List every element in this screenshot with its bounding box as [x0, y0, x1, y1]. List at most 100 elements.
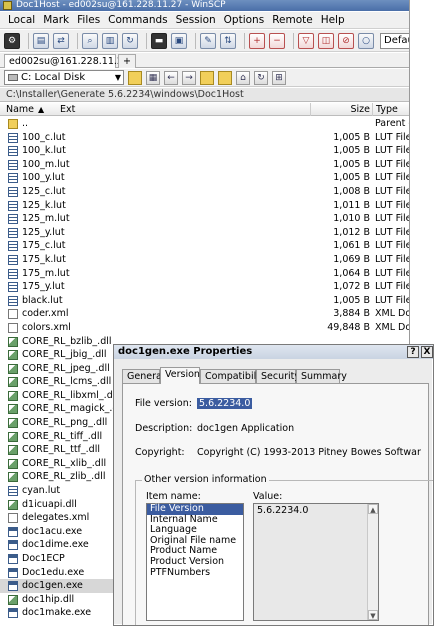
transfer-preset-select[interactable]: Default	[380, 32, 409, 49]
menu-files[interactable]: Files	[73, 12, 104, 29]
file-row[interactable]: 100_k.lut 1,005 B LUT File	[0, 144, 409, 158]
file-row[interactable]: colors.xml 49,848 B XML Doc	[0, 321, 409, 335]
background-strip	[411, 0, 434, 344]
dll-file-icon	[8, 472, 18, 483]
scroll-down-icon[interactable]: ▼	[368, 610, 378, 620]
item-name-listbox[interactable]: File Version Internal Name Language Origina…	[146, 503, 244, 621]
winscp-app-icon	[3, 1, 12, 10]
file-type: XML Doc	[375, 321, 409, 333]
filter-icon[interactable]: ▦	[146, 70, 160, 85]
back-icon[interactable]: ←	[164, 70, 178, 85]
plus-icon[interactable]: +	[249, 32, 265, 49]
file-name: CORE_RL_bzlib_.dll	[22, 335, 112, 347]
lut-file-icon	[8, 486, 18, 497]
lut-file-icon	[8, 146, 18, 157]
file-version-value[interactable]: 5.6.2234.0	[197, 398, 253, 409]
file-row[interactable]: 175_k.lut 1,069 B LUT File	[0, 253, 409, 267]
file-row[interactable]: 100_c.lut 1,005 B LUT File	[0, 131, 409, 145]
tab-version[interactable]: Version	[160, 367, 200, 384]
compare-icon[interactable]: ▥	[102, 32, 118, 49]
file-type: LUT File	[375, 281, 410, 293]
new-session-tab-button[interactable]: +	[118, 54, 136, 68]
file-row[interactable]: 125_c.lut 1,008 B LUT File	[0, 185, 409, 199]
tab-general[interactable]: General	[122, 369, 164, 383]
lut-file-icon	[8, 159, 18, 170]
file-row[interactable]: black.lut 1,005 B LUT File	[0, 294, 410, 308]
file-row[interactable]: 175_c.lut 1,061 B LUT File	[0, 239, 409, 253]
dll-file-icon	[8, 390, 18, 401]
menu-commands[interactable]: Commands	[104, 12, 171, 29]
file-row[interactable]: 125_m.lut 1,010 B LUT File	[0, 212, 409, 226]
file-name: Doc1edu.exe	[22, 566, 85, 578]
close-button[interactable]: X	[421, 346, 433, 358]
column-type[interactable]: Type	[372, 103, 409, 116]
current-path[interactable]: C:\Installer\Generate 5.6.2234\windows\D…	[0, 88, 409, 102]
filter-icon[interactable]: ▽	[298, 32, 314, 49]
dll-file-icon	[8, 336, 18, 347]
file-name: CORE_RL_magick_.dll	[22, 403, 124, 415]
file-row[interactable]: .. Parent d	[0, 117, 409, 131]
column-size[interactable]: Size	[310, 103, 370, 116]
version-item[interactable]: Product Version	[147, 556, 243, 568]
version-item[interactable]: PTFNumbers	[147, 567, 243, 579]
xml-file-icon	[8, 513, 18, 524]
refresh-icon[interactable]: ↻	[122, 32, 138, 49]
file-row[interactable]: 100_m.lut 1,005 B LUT File	[0, 158, 409, 172]
drive-select[interactable]: C: Local Disk ▼	[4, 70, 124, 85]
forward-icon[interactable]: →	[182, 70, 196, 85]
queue-icon[interactable]: ▤	[33, 32, 49, 49]
select-icon[interactable]: ◫	[318, 32, 334, 49]
unselect-icon[interactable]: ⊘	[338, 32, 354, 49]
keep-up-to-date-icon[interactable]: ✎	[200, 32, 216, 49]
file-row[interactable]: coder.xml 3,884 B XML Doc	[0, 307, 409, 321]
refresh-icon[interactable]: ↻	[254, 70, 268, 85]
file-row[interactable]: 125_k.lut 1,011 B LUT File	[0, 199, 409, 213]
find-icon[interactable]: ⌕	[82, 32, 98, 49]
window-title-bar[interactable]: Doc1Host - ed002su@161.228.11.27 - WinSC…	[0, 0, 409, 11]
help-button[interactable]: ?	[407, 346, 419, 358]
file-name: d1icuapi.dll	[22, 498, 77, 510]
minus-icon[interactable]: −	[269, 32, 285, 49]
preferences-icon[interactable]: ▣	[171, 32, 187, 49]
value-scrollbar[interactable]: ▲ ▼	[367, 504, 378, 620]
tab-compatibility[interactable]: Compatibility	[200, 369, 268, 383]
dll-file-icon	[8, 499, 18, 510]
description-value: doc1gen Application	[197, 423, 295, 434]
xml-file-icon	[8, 322, 18, 333]
tree-icon[interactable]: ⊞	[272, 70, 286, 85]
file-row[interactable]: 175_m.lut 1,064 B LUT File	[0, 267, 409, 281]
menu-help[interactable]: Help	[317, 12, 349, 29]
file-name: 175_k.lut	[22, 253, 66, 265]
menu-options[interactable]: Options	[220, 12, 269, 29]
dialog-title-bar[interactable]: doc1gen.exe Properties ? X	[114, 345, 433, 359]
menu-local[interactable]: Local	[4, 12, 39, 29]
tab-session[interactable]: ed002su@161.228.11.27	[4, 54, 129, 68]
value-textbox[interactable]: 5.6.2234.0 ▲ ▼	[253, 503, 379, 621]
version-panel: File version: 5.6.2234.0 Description: do…	[122, 383, 433, 625]
folder-open-icon[interactable]	[128, 70, 142, 85]
parent-dir-icon[interactable]	[200, 70, 214, 85]
column-name[interactable]: Name	[6, 103, 34, 116]
transfer-settings-icon[interactable]: ⇅	[220, 32, 236, 49]
tab-summary[interactable]: Summary	[296, 369, 347, 383]
file-type: LUT File	[375, 294, 410, 306]
terminal-icon[interactable]: ▬	[151, 32, 167, 49]
gear-icon[interactable]: ⚙	[4, 32, 20, 49]
file-size: 3,884 B	[333, 308, 370, 320]
file-row[interactable]: 175_y.lut 1,072 B LUT File	[0, 280, 410, 294]
menu-session[interactable]: Session	[172, 12, 220, 29]
file-row[interactable]: 125_y.lut 1,012 B LUT File	[0, 226, 409, 240]
sync-icon[interactable]: ⇄	[53, 32, 69, 49]
version-item[interactable]: File Version	[147, 503, 243, 515]
tab-security[interactable]: Security	[256, 369, 300, 383]
scroll-up-icon[interactable]: ▲	[368, 504, 378, 514]
clear-icon[interactable]: ○	[358, 32, 374, 49]
root-dir-icon[interactable]	[218, 70, 232, 85]
file-row[interactable]: 100_y.lut 1,005 B LUT File	[0, 171, 409, 185]
menu-mark[interactable]: Mark	[39, 12, 73, 29]
home-icon[interactable]: ⌂	[236, 70, 250, 85]
file-name: 175_m.lut	[22, 267, 70, 279]
menu-remote[interactable]: Remote	[268, 12, 317, 29]
column-ext[interactable]: Ext	[60, 103, 75, 116]
file-name: colors.xml	[22, 321, 71, 333]
